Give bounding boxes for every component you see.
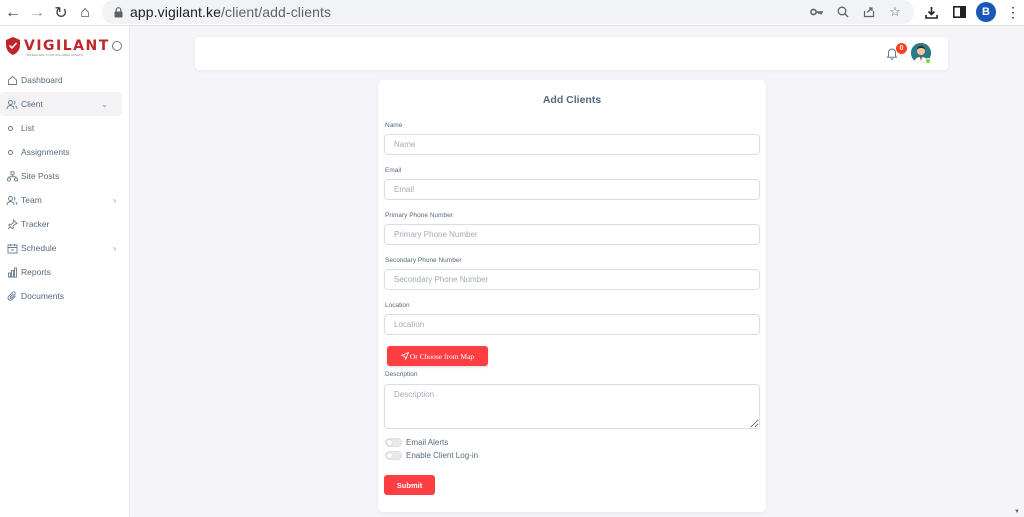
- scroll-down-arrow-icon[interactable]: ▼: [1014, 509, 1020, 515]
- paperclip-icon: [6, 290, 18, 302]
- home-button-icon[interactable]: ⌂: [74, 2, 96, 24]
- reload-icon[interactable]: ↻: [50, 2, 72, 24]
- brand-tagline: SAFEGUARD YOUR VALUABLE ASSETS: [26, 53, 83, 57]
- circle-icon: [8, 149, 13, 155]
- address-bar[interactable]: app.vigilant.ke/client/add-clients ☆: [102, 0, 914, 24]
- users-icon: [6, 194, 18, 206]
- top-navbar: 0: [195, 37, 948, 70]
- lock-icon: [114, 6, 128, 18]
- brand-name: VIGILANT: [24, 38, 110, 54]
- name-label: Name: [385, 122, 403, 129]
- url-host: app.vigilant.ke: [130, 4, 222, 20]
- description-label: Description: [385, 371, 418, 378]
- add-client-form: Add Clients Name Email Primary Phone Num…: [378, 80, 766, 512]
- sidebar-item-label: Client: [21, 99, 43, 109]
- sidebar-item-label: Schedule: [21, 243, 57, 253]
- url-path: /client/add-clients: [221, 4, 332, 20]
- submit-button[interactable]: Submit: [384, 475, 435, 495]
- send-arrow-icon: [400, 352, 409, 360]
- side-panel-icon[interactable]: [948, 1, 970, 23]
- form-title: Add Clients: [542, 94, 602, 106]
- sitemap-icon: [6, 170, 18, 182]
- sidebar-item-schedule[interactable]: Schedule ›: [0, 236, 130, 260]
- sidebar-subitem-list[interactable]: List: [0, 116, 130, 140]
- choose-from-map-button[interactable]: Or Choose from Map: [387, 346, 488, 366]
- name-input[interactable]: [384, 134, 760, 155]
- forward-arrow-icon[interactable]: →: [26, 2, 48, 24]
- sidebar-item-client[interactable]: Client ⌄: [0, 92, 122, 116]
- url-text[interactable]: app.vigilant.ke/client/add-clients: [130, 4, 331, 20]
- sidebar-item-label: Dashboard: [21, 75, 63, 85]
- sidebar-item-reports[interactable]: Reports: [0, 260, 130, 284]
- pin-icon: [6, 218, 18, 230]
- back-arrow-icon[interactable]: ←: [2, 2, 24, 24]
- choose-from-map-label: Or Choose from Map: [409, 351, 475, 361]
- key-icon[interactable]: [806, 2, 828, 22]
- browser-toolbar: ← → ↻ ⌂ app.vigilant.ke/client/add-clien…: [0, 0, 1024, 26]
- kebab-menu-icon[interactable]: ⋮: [1002, 1, 1024, 23]
- description-textarea[interactable]: [384, 384, 760, 429]
- email-input[interactable]: [384, 179, 760, 200]
- sidebar-item-label: Team: [21, 195, 42, 205]
- profile-avatar[interactable]: B: [976, 2, 996, 22]
- sidebar-subitem-assignments[interactable]: Assignments: [0, 140, 130, 164]
- secondary-phone-input[interactable]: [384, 269, 760, 290]
- calendar-icon: [6, 242, 18, 254]
- zoom-icon[interactable]: [832, 2, 854, 22]
- sidebar-item-label: Tracker: [21, 219, 50, 229]
- location-input[interactable]: [384, 314, 760, 335]
- location-label: Location: [385, 302, 410, 309]
- email-alerts-switch[interactable]: [385, 438, 402, 447]
- client-login-toggle-row[interactable]: Enable Client Log-in: [385, 451, 478, 460]
- sidebar-item-label: Assignments: [21, 147, 70, 157]
- share-icon[interactable]: [858, 2, 880, 22]
- sidebar-item-documents[interactable]: Documents: [0, 284, 130, 308]
- sidebar-item-tracker[interactable]: Tracker: [0, 212, 130, 236]
- sidebar-menu: Dashboard Client ⌄ List Assignments Site…: [0, 68, 130, 308]
- secondary-phone-label: Secondary Phone Number: [385, 257, 462, 264]
- home-icon: [6, 74, 18, 86]
- primary-phone-input[interactable]: [384, 224, 760, 245]
- sidebar-toggle-icon[interactable]: [111, 41, 122, 51]
- sidebar-item-site-posts[interactable]: Site Posts: [0, 164, 130, 188]
- client-login-label: Enable Client Log-in: [406, 451, 479, 460]
- online-status-dot: [925, 58, 931, 64]
- sidebar-item-label: Site Posts: [21, 171, 60, 181]
- notification-badge: 0: [896, 43, 907, 54]
- sidebar-item-team[interactable]: Team ›: [0, 188, 130, 212]
- sidebar-item-label: List: [21, 123, 35, 133]
- email-alerts-label: Email Alerts: [406, 438, 449, 447]
- sidebar-item-dashboard[interactable]: Dashboard: [0, 68, 130, 92]
- brand-logo[interactable]: VIGILANT SAFEGUARD YOUR VALUABLE ASSETS: [4, 34, 124, 58]
- chevron-right-icon: ›: [113, 243, 116, 253]
- sidebar: VIGILANT SAFEGUARD YOUR VALUABLE ASSETS …: [0, 26, 130, 517]
- chevron-down-icon: ⌄: [101, 99, 108, 109]
- chart-icon: [6, 266, 18, 278]
- primary-phone-label: Primary Phone Number: [385, 212, 453, 219]
- email-alerts-toggle-row[interactable]: Email Alerts: [385, 438, 448, 447]
- users-icon: [6, 98, 18, 110]
- chevron-right-icon: ›: [113, 195, 116, 205]
- bookmark-star-icon[interactable]: ☆: [884, 2, 906, 22]
- shield-logo-icon: [6, 37, 20, 55]
- download-icon[interactable]: [920, 1, 942, 23]
- client-login-switch[interactable]: [385, 451, 402, 460]
- sidebar-item-label: Documents: [21, 291, 64, 301]
- circle-icon: [8, 125, 13, 131]
- sidebar-item-label: Reports: [21, 267, 51, 277]
- email-label: Email: [385, 167, 402, 174]
